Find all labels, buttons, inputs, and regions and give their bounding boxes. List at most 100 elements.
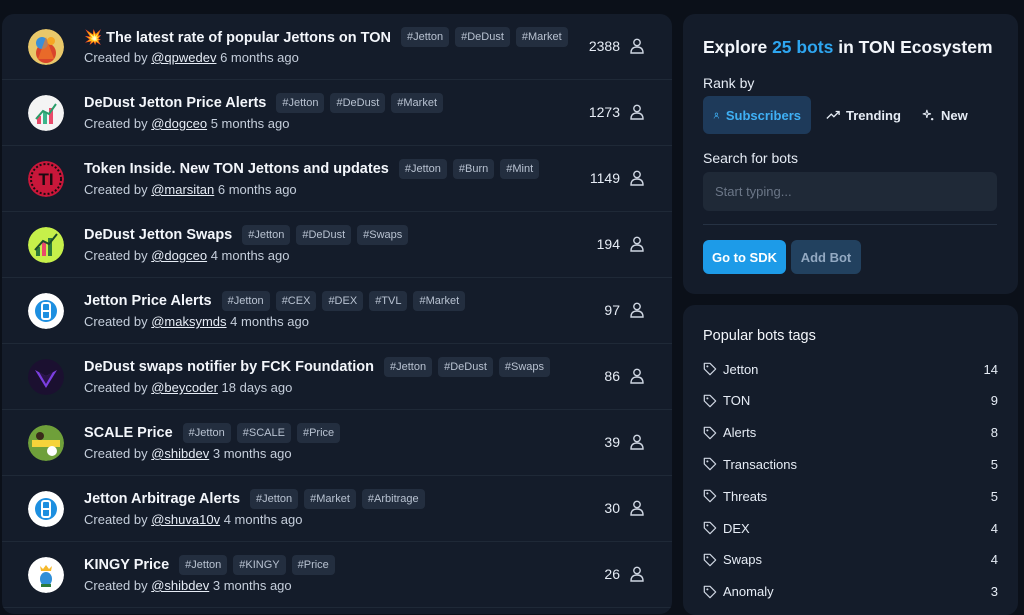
popular-tag-item[interactable]: DEX 4 (703, 518, 998, 538)
bot-name[interactable]: KINGY Price (84, 557, 169, 573)
bot-tag[interactable]: #Price (296, 423, 341, 443)
bot-tag[interactable]: #Jetton (276, 93, 325, 113)
bot-author-link[interactable]: @maksymds (151, 314, 226, 329)
bot-row[interactable]: DeDust Jetton Price Alerts #Jetton #DeDust… (2, 80, 672, 146)
tag-count: 5 (990, 456, 998, 472)
bot-tag[interactable]: #SCALE (236, 423, 291, 443)
go-to-sdk-button[interactable]: Go to SDK (703, 240, 786, 274)
bot-row[interactable]: SCALE Price #Jetton #SCALE #Price Created by… (2, 410, 672, 476)
user-icon (630, 170, 644, 191)
tag-name: DEX (723, 520, 750, 536)
bot-name[interactable]: Token Inside. New TON Jettons and update… (84, 161, 389, 177)
add-bot-button[interactable]: Add Bot (791, 240, 861, 274)
bot-tag[interactable]: #Price (291, 555, 335, 575)
bot-row[interactable]: KINGY Price #Jetton #KINGY #Price Created by… (2, 542, 672, 608)
popular-tag-item[interactable]: TON 9 (703, 391, 998, 411)
bot-tag[interactable]: #Market (391, 93, 444, 113)
bot-age: 6 months ago (220, 50, 299, 65)
bot-author-link[interactable]: @qpwedev (151, 50, 216, 65)
bot-tag[interactable]: #DeDust (438, 357, 493, 377)
bot-tag[interactable]: #Market (304, 489, 356, 509)
rank-subscribers-button[interactable]: Subscribers (703, 96, 811, 134)
bot-row[interactable]: DeDust Jetton Swaps #Jetton #DeDust #Swaps C… (2, 212, 672, 278)
bot-author-link[interactable]: @dogceo (151, 116, 207, 131)
bot-name[interactable]: DeDust Jetton Price Alerts (84, 95, 266, 111)
bot-tag[interactable]: #Arbitrage (361, 489, 425, 509)
bot-name[interactable]: DeDust swaps notifier by FCK Foundation (84, 359, 374, 375)
bot-tag[interactable]: #DeDust (455, 27, 510, 47)
bot-title-line: DeDust Jetton Price Alerts #Jetton #DeDust… (84, 93, 449, 113)
tag-name: Threats (723, 488, 768, 504)
popular-tags-panel: Popular bots tags Jetton 14 TON 9 Alerts 8 Tra… (683, 305, 1018, 615)
popular-tag-item[interactable]: Anomaly 3 (703, 582, 998, 602)
bot-tag[interactable]: #Jetton (242, 225, 291, 245)
bot-row[interactable]: 💥 The latest rate of popular Jettons on … (2, 14, 672, 80)
bot-author-link[interactable]: @shuva10v (151, 512, 220, 527)
bot-author-link[interactable]: @shibdev (151, 446, 209, 461)
tag-name: Swaps (723, 552, 763, 568)
svg-text:TI: TI (38, 170, 53, 189)
bot-tag[interactable]: #Jetton (221, 291, 270, 311)
bot-count-highlight: 25 bots (772, 37, 834, 57)
explore-panel: Explore 25 bots in TON Ecosystem Rank by… (683, 14, 1018, 294)
bot-name[interactable]: Jetton Arbitrage Alerts (84, 491, 240, 507)
bot-title-line: DeDust Jetton Swaps #Jetton #DeDust #Swaps (84, 225, 414, 245)
bot-tag[interactable]: #DEX (322, 291, 364, 311)
bot-row[interactable]: DeDust swaps notifier by FCK Foundation #… (2, 344, 672, 410)
bot-tag[interactable]: #Burn (452, 159, 495, 179)
bot-author-link[interactable]: @marsitan (151, 182, 214, 197)
bot-row[interactable]: Jetton Arbitrage Alerts #Jetton #Market #Ar… (2, 476, 672, 542)
rank-trending-button[interactable]: Trending (826, 96, 901, 134)
bot-tag[interactable]: #Market (515, 27, 568, 47)
tag-count: 14 (983, 361, 998, 377)
tag-count: 4 (990, 520, 998, 536)
bot-avatar: TI (28, 161, 64, 197)
bot-name[interactable]: Jetton Price Alerts (84, 293, 212, 309)
bot-tag[interactable]: #KINGY (233, 555, 286, 575)
popular-tags-title: Popular bots tags (703, 328, 816, 344)
bot-tag[interactable]: #DeDust (296, 225, 352, 245)
subscriber-count: 39 (604, 434, 620, 450)
bot-author-link[interactable]: @dogceo (151, 248, 207, 263)
search-input[interactable] (703, 172, 997, 211)
trending-icon (826, 110, 840, 119)
tag-icon (703, 458, 717, 471)
bot-title-line: Token Inside. New TON Jettons and update… (84, 159, 545, 179)
bot-row[interactable]: Jetton Price Alerts #Jetton #CEX #DEX #TVL #M… (2, 278, 672, 344)
bot-author-link[interactable]: @shibdev (151, 578, 209, 593)
bot-tag[interactable]: #TVL (369, 291, 408, 311)
user-icon (630, 104, 644, 125)
created-by-label: Created by (84, 50, 148, 65)
bot-tag[interactable]: #Swaps (357, 225, 409, 245)
popular-tag-item[interactable]: Threats 5 (703, 486, 998, 506)
bot-tag[interactable]: #CEX (275, 291, 317, 311)
tag-name: Alerts (723, 425, 757, 441)
bot-author-link[interactable]: @beycoder (151, 380, 218, 395)
bot-tag[interactable]: #Mint (500, 159, 540, 179)
rank-new-button[interactable]: New (922, 96, 968, 134)
bot-tag[interactable]: #Jetton (182, 423, 231, 443)
bot-tag[interactable]: #Jetton (398, 159, 447, 179)
popular-tag-item[interactable]: Swaps 4 (703, 550, 998, 570)
user-icon (630, 236, 644, 257)
bot-tag[interactable]: #Market (413, 291, 466, 311)
bot-avatar (28, 227, 64, 263)
tag-icon (703, 426, 717, 439)
popular-tag-item[interactable]: Jetton 14 (703, 359, 998, 379)
bot-name[interactable]: SCALE Price (84, 425, 173, 441)
created-by-label: Created by (84, 380, 148, 395)
bot-row[interactable]: TI Token Inside. New TON Jettons and upda… (2, 146, 672, 212)
subscriber-count: 1149 (589, 170, 620, 186)
bot-name[interactable]: DeDust Jetton Swaps (84, 227, 232, 243)
rank-subscribers-label: Subscribers (725, 107, 801, 123)
bot-tag[interactable]: #Jetton (250, 489, 299, 509)
bot-name[interactable]: 💥 The latest rate of popular Jettons on … (84, 29, 391, 46)
popular-tag-item[interactable]: Transactions 5 (703, 454, 998, 474)
bot-tag[interactable]: #Jetton (179, 555, 228, 575)
tag-icon (703, 585, 717, 598)
bot-tag[interactable]: #Jetton (384, 357, 433, 377)
bot-tag[interactable]: #DeDust (330, 93, 386, 113)
bot-tag[interactable]: #Swaps (498, 357, 551, 377)
bot-tag[interactable]: #Jetton (401, 27, 450, 47)
popular-tag-item[interactable]: Alerts 8 (703, 423, 998, 443)
